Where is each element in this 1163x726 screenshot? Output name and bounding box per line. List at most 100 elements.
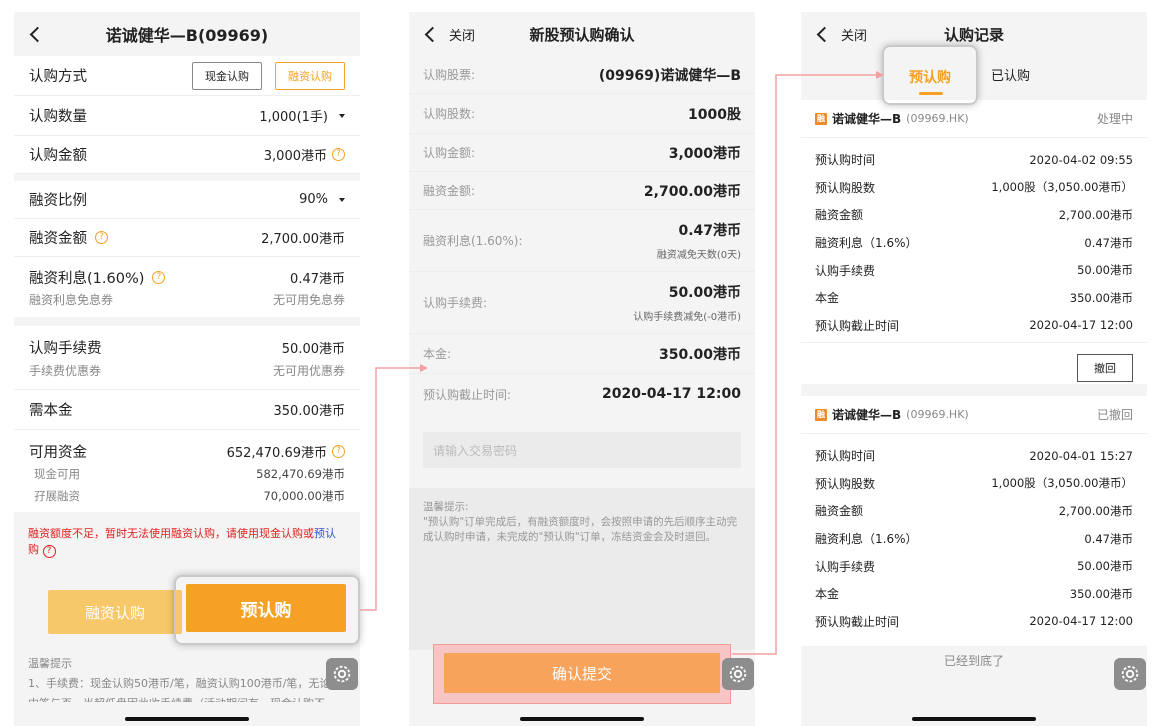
list-item: 认购股数: 1000股 bbox=[409, 94, 755, 134]
status-badge: 已撤回 bbox=[1096, 408, 1133, 422]
interest-coupon-row[interactable]: 融资利息免息券 无可用免息券 bbox=[14, 291, 360, 317]
gear-icon[interactable] bbox=[326, 658, 358, 690]
list-item: 预认购股数 1,000股（3,050.00港币） bbox=[815, 180, 1133, 195]
records-screen: 关闭 认购记录 预认购 已认购 融诺诚健华—B (09969.HK) 处理中 预认… bbox=[801, 12, 1147, 726]
chevron-left-icon bbox=[816, 26, 833, 42]
tips-body: "预认购"订单完成后，有融资额度时，会按照申请的先后顺序主动完成认购时申请，未完… bbox=[423, 516, 738, 543]
help-icon[interactable]: ? bbox=[332, 444, 345, 458]
page-title: 新股预认购确认 bbox=[529, 25, 635, 44]
cash-subscribe-button[interactable]: 现金认购 bbox=[192, 61, 262, 90]
pre-subscribe-highlight bbox=[174, 575, 360, 645]
quantity-label: 认购数量 bbox=[29, 109, 87, 125]
list-item: 预认购时间 2020-04-02 09:55 bbox=[815, 152, 1133, 168]
fee-coupon-value: 无可用优惠券 bbox=[272, 364, 345, 378]
withdraw-button[interactable]: 撤回 bbox=[1077, 354, 1133, 382]
principal-label: 需本金 bbox=[29, 403, 73, 419]
fee-row: 认购手续费 50.00港币 bbox=[14, 326, 360, 362]
tips-title: 温馨提示 bbox=[28, 657, 72, 670]
record-card: 融诺诚健华—B (09969.HK) 已撤回 预认购时间 2020-04-01 15… bbox=[801, 396, 1147, 646]
amount-row: 认购金额 3,000港币? bbox=[14, 136, 360, 174]
gear-icon[interactable] bbox=[722, 658, 754, 690]
funds-label: 可用资金 bbox=[29, 444, 87, 461]
home-indicator bbox=[125, 717, 249, 721]
page-title: 诺诚健华—B(09969) bbox=[105, 26, 269, 45]
list-item: 认购金额: 3,000港币 bbox=[409, 134, 755, 172]
interest-row: 融资利息(1.60%)? 0.47港币 bbox=[14, 257, 360, 291]
record-header: 融诺诚健华—B (09969.HK) 处理中 bbox=[801, 100, 1147, 138]
list-item: 认购手续费 50.00港币 bbox=[815, 263, 1133, 278]
list-item: 本金 350.00港币 bbox=[815, 290, 1133, 306]
margin-amount-value: 2,700.00港币 bbox=[261, 232, 345, 247]
nav-bar: 关闭 新股预认购确认 bbox=[409, 12, 755, 56]
ratio-row[interactable]: 融资比例 90% bbox=[14, 181, 360, 219]
margin-badge-icon: 融 bbox=[815, 112, 827, 125]
confirm-submit-button[interactable]: 确认提交 bbox=[444, 653, 720, 693]
fee-coupon-label: 手续费优惠券 bbox=[29, 364, 102, 378]
close-button[interactable]: 关闭 bbox=[449, 25, 475, 44]
help-icon[interactable]: ? bbox=[152, 270, 166, 284]
tips: 温馨提示 1、手续费：现金认购50港币/笔，融资认购100港币/笔，无论 中签与… bbox=[28, 654, 346, 702]
margin-financing-label: 孖展融资 bbox=[34, 489, 80, 503]
cash-available-value: 582,470.69港币 bbox=[256, 467, 345, 481]
pre-subscribe-link[interactable]: 预认 bbox=[314, 527, 336, 540]
back-button[interactable] bbox=[815, 22, 835, 46]
confirm-highlight: 确认提交 bbox=[433, 644, 731, 704]
help-icon[interactable]: ? bbox=[95, 231, 108, 244]
list-item: 融资金额: 2,700.00港币 bbox=[409, 172, 755, 210]
fee-label: 认购手续费 bbox=[29, 340, 102, 357]
margin-subscribe-button[interactable]: 融资认购 bbox=[275, 61, 345, 90]
list-item: 本金: 350.00港币 bbox=[409, 334, 755, 374]
dropdown-caret-icon bbox=[339, 113, 345, 118]
tab-subscribed[interactable]: 已认购 bbox=[991, 65, 1030, 84]
page-title: 认购记录 bbox=[943, 25, 1004, 44]
list-item: 认购股票: (09969)诺诚健华—B bbox=[409, 56, 755, 94]
ratio-value: 90% bbox=[299, 192, 328, 207]
gear-icon[interactable] bbox=[1114, 658, 1146, 690]
method-row: 认购方式 现金认购 融资认购 bbox=[14, 56, 360, 96]
list-item: 预认购截止时间: 2020-04-17 12:00 bbox=[423, 386, 741, 402]
tips: 温馨提示: "预认购"订单完成后，有融资额度时，会按照申请的先后顺序主动完成认购… bbox=[409, 488, 755, 650]
amount-label: 认购金额 bbox=[29, 148, 87, 164]
margin-financing-value: 70,000.00港币 bbox=[263, 489, 345, 503]
home-indicator bbox=[912, 717, 1036, 721]
quantity-row[interactable]: 认购数量 1,000(1手) bbox=[14, 96, 360, 136]
help-icon[interactable]: ? bbox=[42, 545, 56, 558]
confirm-list: 认购股票: (09969)诺诚健华—B 认购股数: 1000股 认购金额: 3,000… bbox=[409, 56, 755, 414]
interest-value: 0.47港币 bbox=[290, 271, 345, 287]
interest-coupon-value: 无可用免息券 bbox=[272, 293, 345, 307]
tips-line-2: 中签与否，当超低盘因此收手续费（活动期间有，现金认购不 bbox=[28, 694, 346, 702]
fee-coupon-row[interactable]: 手续费优惠券 无可用优惠券 bbox=[14, 362, 360, 390]
margin-badge-icon: 融 bbox=[815, 408, 827, 421]
list-item: 融资金额 2,700.00港币 bbox=[815, 207, 1133, 223]
dropdown-caret-icon bbox=[339, 197, 345, 202]
tips-title: 温馨提示: bbox=[423, 501, 469, 513]
list-item: 本金 350.00港币 bbox=[815, 586, 1133, 602]
list-item: 融资金额 2,700.00港币 bbox=[815, 503, 1133, 519]
list-item: 认购手续费: 50.00港币 认购手续费减免(-0港币) bbox=[409, 272, 755, 334]
interest-label: 融资利息(1.60%) bbox=[29, 270, 145, 287]
margin-amount-label: 融资金额 bbox=[29, 231, 87, 247]
nav-bar: 诺诚健华—B(09969) bbox=[14, 12, 360, 56]
funds-row: 可用资金 652,470.69港币? bbox=[14, 430, 360, 466]
chevron-left-icon bbox=[424, 26, 441, 42]
status-badge: 处理中 bbox=[1096, 112, 1133, 126]
interest-coupon-label: 融资利息免息券 bbox=[29, 293, 114, 307]
list-item: 预认购截止时间 2020-04-17 12:00 bbox=[815, 318, 1133, 333]
back-button[interactable] bbox=[28, 22, 48, 46]
help-icon[interactable]: ? bbox=[332, 148, 345, 161]
record-card: 融诺诚健华—B (09969.HK) 处理中 预认购时间 2020-04-02 09… bbox=[801, 100, 1147, 384]
home-indicator bbox=[520, 717, 644, 721]
ratio-label: 融资比例 bbox=[29, 193, 87, 209]
record-header: 融诺诚健华—B (09969.HK) 已撤回 bbox=[801, 396, 1147, 434]
fee-value: 50.00港币 bbox=[281, 341, 345, 357]
list-item: 预认购时间 2020-04-01 15:27 bbox=[815, 448, 1133, 464]
password-input[interactable]: 请输入交易密码 bbox=[423, 432, 741, 468]
back-button[interactable] bbox=[423, 22, 443, 46]
margin-subscribe-disabled-button[interactable]: 融资认购 bbox=[48, 590, 182, 634]
funds-value: 652,470.69港币 bbox=[226, 445, 327, 461]
pre-subscribe-tab-highlight bbox=[882, 45, 978, 105]
list-item: 融资利息（1.6%） 0.47港币 bbox=[815, 531, 1133, 547]
close-button[interactable]: 关闭 bbox=[841, 25, 867, 44]
margin-amount-row: 融资金额? 2,700.00港币 bbox=[14, 219, 360, 257]
list-item: 预认购截止时间 2020-04-17 12:00 bbox=[815, 614, 1133, 629]
